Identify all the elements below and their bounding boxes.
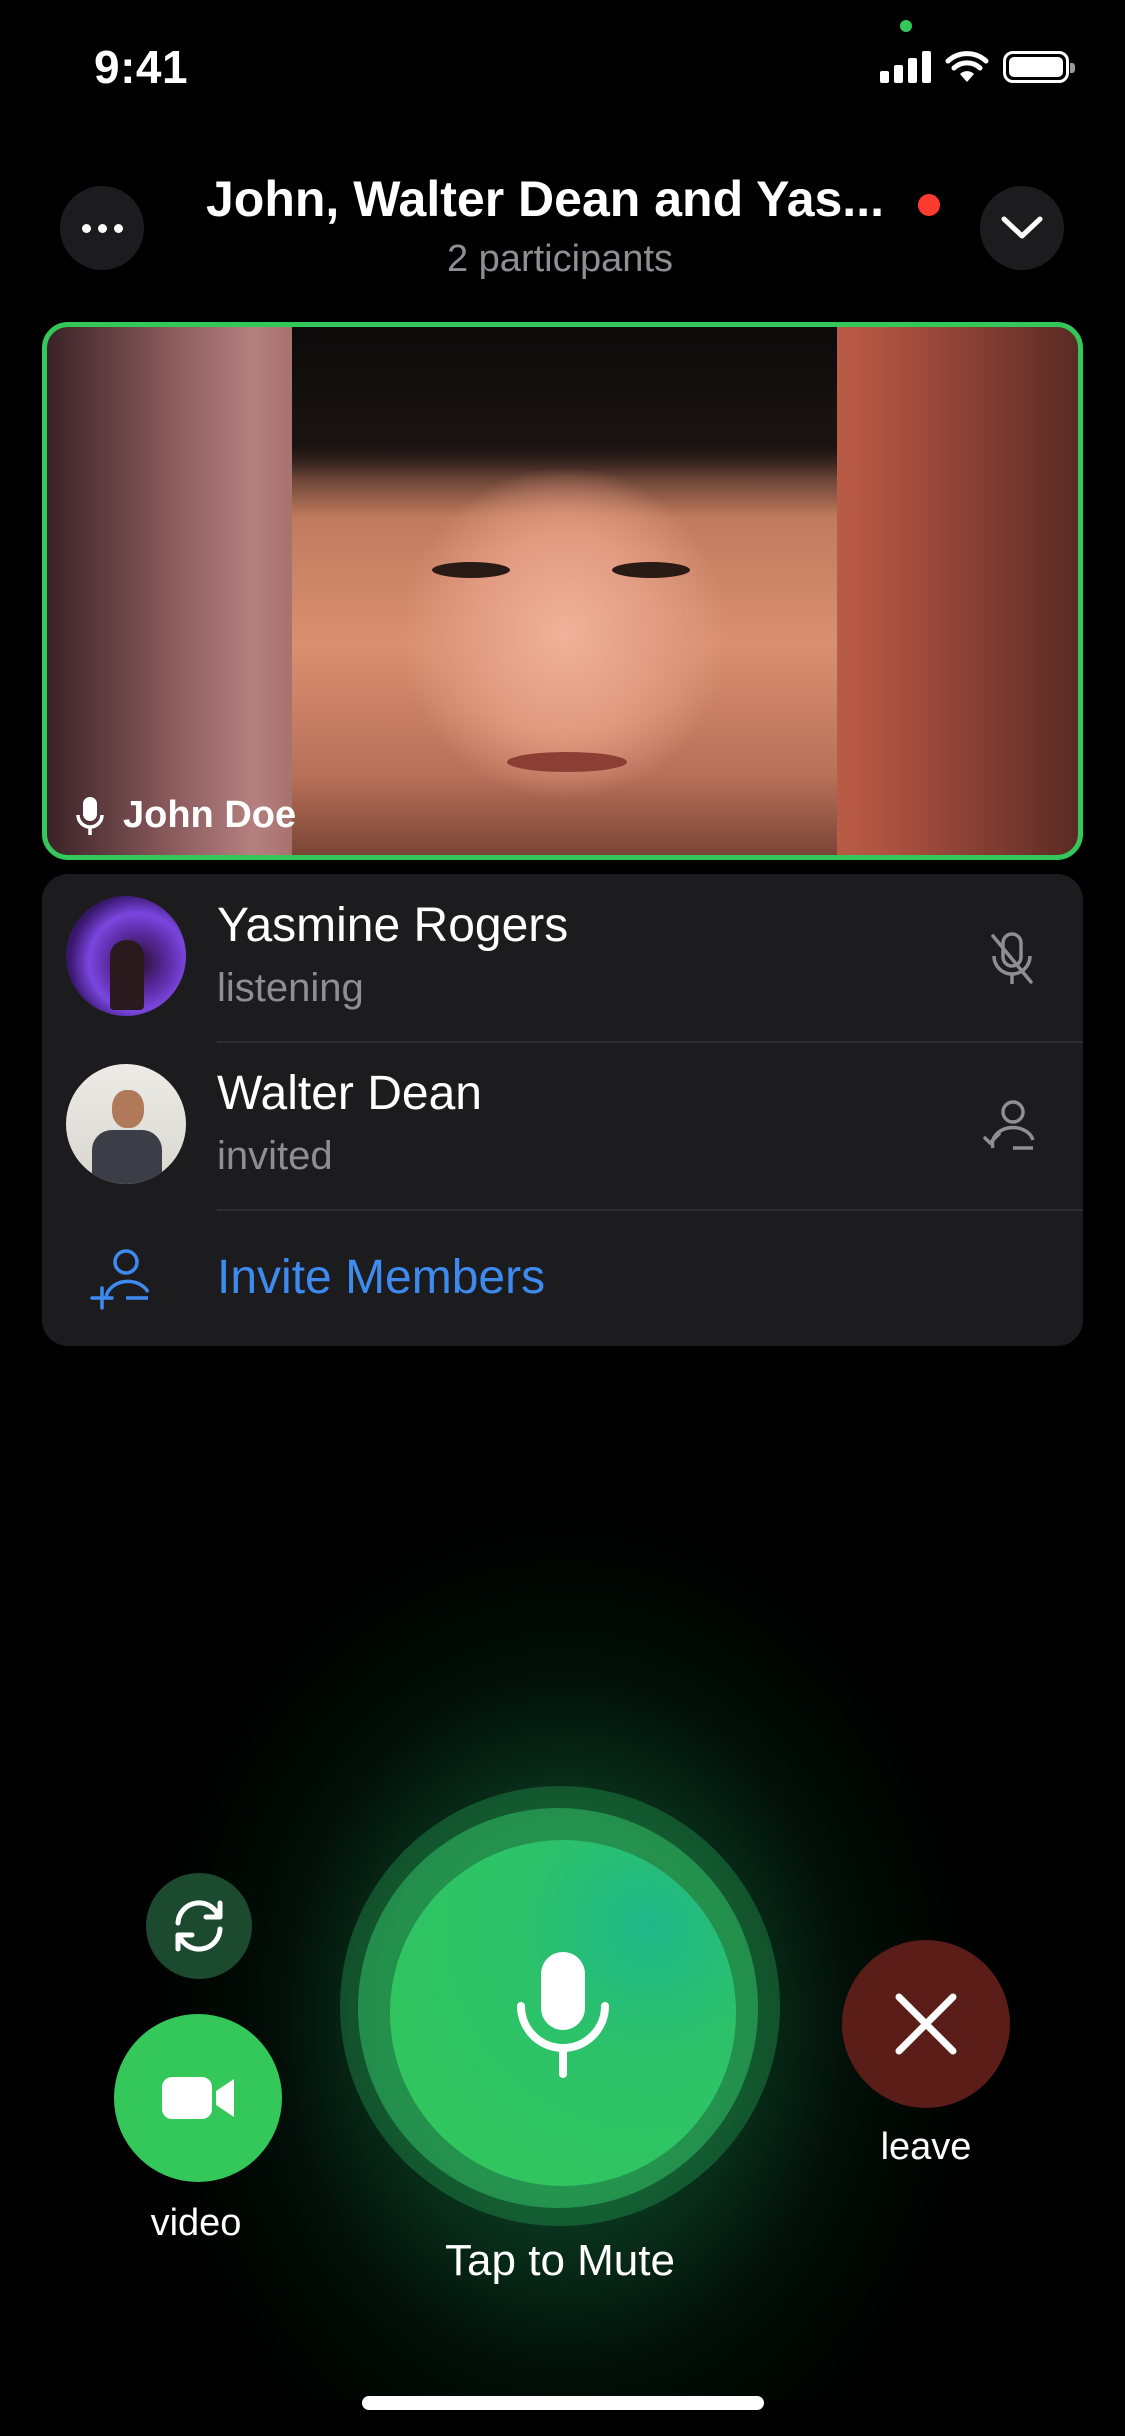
participants-list: Yasmine Rogers listening Walter Dean inv…: [42, 874, 1083, 1346]
avatar: [66, 1064, 186, 1184]
close-icon: [895, 1993, 957, 2055]
chevron-down-icon: [1001, 216, 1043, 239]
cellular-signal-icon: [880, 51, 931, 83]
home-indicator[interactable]: [362, 2396, 764, 2410]
battery-icon: [1003, 51, 1075, 83]
more-options-button[interactable]: [60, 186, 144, 270]
speaker-label: John Doe: [75, 794, 296, 837]
mic-muted-icon[interactable]: [981, 928, 1043, 990]
status-icons: [880, 50, 1075, 84]
mute-label: Tap to Mute: [445, 2236, 675, 2285]
wifi-icon: [945, 51, 989, 82]
participants-count: 2 participants: [446, 238, 673, 280]
microphone-icon: [517, 1952, 609, 2078]
speaker-video-feed: [292, 327, 837, 855]
leave-button[interactable]: [842, 1940, 1010, 2108]
speaker-name: John Doe: [123, 794, 297, 836]
invite-members-label: Invite Members: [217, 1251, 546, 1304]
microphone-icon: [76, 796, 104, 835]
call-title: John, Walter Dean and Yas...: [206, 171, 884, 227]
person-check-icon[interactable]: [981, 1096, 1043, 1158]
recording-indicator: [918, 194, 940, 216]
invite-members-button[interactable]: Invite Members: [42, 1210, 1083, 1346]
participant-status: listening: [217, 966, 364, 1010]
participant-status: invited: [217, 1134, 333, 1178]
speaker-video-tile[interactable]: John Doe: [42, 322, 1083, 860]
video-toggle-button[interactable]: [114, 2014, 282, 2182]
leave-label: leave: [880, 2126, 972, 2168]
more-icon: [81, 223, 123, 233]
voice-chat-screen: 9:41 John, Walter Dean and Yas... 2 part…: [0, 0, 1125, 2436]
video-label: video: [150, 2202, 242, 2244]
participant-name: Walter Dean: [217, 1067, 482, 1120]
status-time: 9:41: [94, 41, 189, 93]
add-person-icon: [90, 1249, 150, 1310]
mic-in-use-indicator: [900, 20, 912, 32]
avatar: [66, 896, 186, 1016]
mute-button[interactable]: [390, 1840, 736, 2186]
participant-row[interactable]: Yasmine Rogers listening: [42, 874, 1083, 1042]
participant-row[interactable]: Walter Dean invited: [42, 1042, 1083, 1210]
camera-flip-icon: [175, 1900, 223, 1952]
video-camera-icon: [162, 2077, 234, 2119]
minimize-button[interactable]: [980, 186, 1064, 270]
flip-camera-button[interactable]: [146, 1873, 252, 1979]
participant-name: Yasmine Rogers: [217, 899, 569, 952]
